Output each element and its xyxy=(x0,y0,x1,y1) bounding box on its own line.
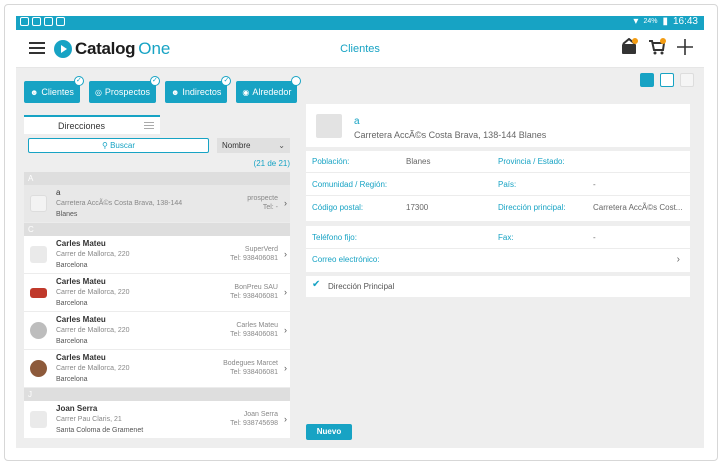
filter-indirectos-button[interactable]: ☻ Indirectos ✓ xyxy=(164,76,232,103)
wifi-icon: ▾ xyxy=(633,16,639,27)
list-item[interactable]: Carles Mateu Carrer de Mallorca, 220 Bar… xyxy=(24,236,290,274)
address-fields: Población: Blanes Provincia / Estado: Co… xyxy=(306,151,690,221)
avatar xyxy=(30,288,47,298)
chevron-right-icon: › xyxy=(284,325,287,335)
tab-direcciones[interactable]: Direcciones xyxy=(24,115,160,134)
list-item[interactable]: Carles Mateu Carrer de Mallorca, 220 Bar… xyxy=(24,350,290,388)
notification-icon xyxy=(44,17,53,26)
delete-icon xyxy=(680,73,694,87)
principal-address-row: ✔ Dirección Principal xyxy=(306,276,690,297)
section-header: C xyxy=(24,223,290,236)
list-item[interactable]: Joan Serra Carrer Pau Claris, 21 Santa C… xyxy=(24,401,290,438)
map-view-icon[interactable] xyxy=(640,73,654,87)
contact-fields: Teléfono fijo: Fax: - Correo electrónico… xyxy=(306,226,690,272)
address-thumbnail xyxy=(316,114,342,138)
page-title: Clientes xyxy=(340,43,380,55)
clock: 16:43 xyxy=(672,16,698,27)
notification-icon xyxy=(20,17,29,26)
sync-icon[interactable] xyxy=(620,37,638,56)
target-icon: ◎ xyxy=(94,87,102,97)
app-bar: Catalog One Clientes xyxy=(16,30,704,68)
cart-icon[interactable] xyxy=(648,38,666,56)
chevron-right-icon: › xyxy=(284,414,287,424)
list-item[interactable]: Carles Mateu Carrer de Mallorca, 220 Bar… xyxy=(24,274,290,312)
filter-bar: ☻ Clientes ✓ ◎ Prospectos ✓ ☻ Indirectos… xyxy=(24,76,302,103)
chevron-right-icon: › xyxy=(284,198,287,208)
sort-select[interactable]: Nombre ⌄ xyxy=(217,138,290,153)
check-icon: ✓ xyxy=(149,76,160,86)
avatar xyxy=(30,195,47,212)
result-count: (21 de 21) xyxy=(253,159,290,168)
share-icon[interactable] xyxy=(660,73,674,87)
add-icon[interactable] xyxy=(676,38,694,56)
people-icon: ☻ xyxy=(30,87,39,97)
battery-percent: 24% xyxy=(643,18,658,25)
filter-prospectos-button[interactable]: ◎ Prospectos ✓ xyxy=(88,76,160,103)
nuevo-button[interactable]: Nuevo xyxy=(306,424,352,440)
avatar xyxy=(30,360,47,377)
chevron-right-icon: › xyxy=(284,363,287,373)
detail-title: a xyxy=(354,116,360,127)
list-item[interactable]: a Carretera AccÃ©s Costa Brava, 138-144 … xyxy=(24,185,290,223)
section-header: J xyxy=(24,388,290,401)
notification-icon xyxy=(56,17,65,26)
avatar xyxy=(30,322,47,339)
notification-icon xyxy=(32,17,41,26)
status-bar: ▾ 24% ▮ 16:43 xyxy=(16,16,704,30)
status-icons xyxy=(20,17,65,26)
chevron-right-icon[interactable]: › xyxy=(677,254,680,265)
address-list: A a Carretera AccÃ©s Costa Brava, 138-14… xyxy=(24,172,290,438)
main-content: ☻ Clientes ✓ ◎ Prospectos ✓ ☻ Indirectos… xyxy=(16,68,704,448)
avatar xyxy=(30,246,47,263)
filter-clientes-button[interactable]: ☻ Clientes ✓ xyxy=(24,76,84,103)
location-icon: ◉ xyxy=(242,87,250,97)
check-icon: ✔ xyxy=(312,279,321,290)
list-item[interactable]: Carles Mateu Carrer de Mallorca, 220 Bar… xyxy=(24,312,290,350)
check-icon: ✓ xyxy=(221,76,232,86)
chevron-right-icon: › xyxy=(284,287,287,297)
chevron-right-icon: › xyxy=(284,249,287,259)
section-header: A xyxy=(24,172,290,185)
toggle-off-icon xyxy=(291,76,302,86)
detail-subtitle: Carretera AccÃ©s Costa Brava, 138-144 Bl… xyxy=(354,130,547,140)
address-list-panel: Direcciones ⚲ Buscar Nombre ⌄ (21 de 21)… xyxy=(24,115,290,438)
search-input[interactable]: ⚲ Buscar xyxy=(28,138,209,153)
check-icon: ✓ xyxy=(73,76,84,86)
chevron-down-icon: ⌄ xyxy=(278,141,285,150)
filter-alrededor-button[interactable]: ◉ Alrededor xyxy=(236,76,302,103)
battery-icon: ▮ xyxy=(662,16,668,27)
list-menu-icon[interactable] xyxy=(144,122,154,131)
detail-header: a Carretera AccÃ©s Costa Brava, 138-144 … xyxy=(306,104,690,147)
people-icon: ☻ xyxy=(170,87,180,97)
avatar xyxy=(30,411,47,428)
address-detail-panel: a Carretera AccÃ©s Costa Brava, 138-144 … xyxy=(304,68,704,448)
